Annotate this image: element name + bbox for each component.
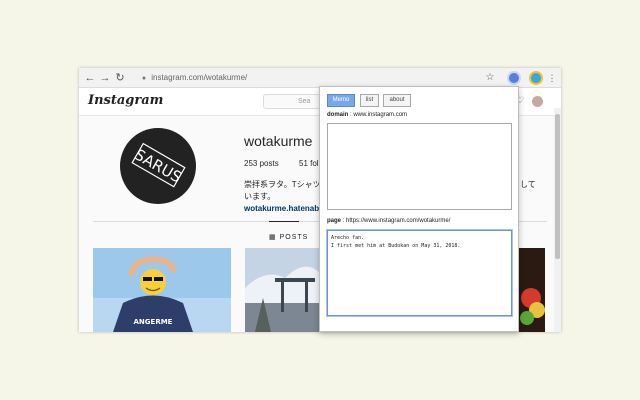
scrollbar-thumb[interactable] [555, 114, 560, 259]
tab-memo[interactable]: Memo [327, 94, 355, 107]
page-memo-textarea[interactable]: Arecho fan. I first met him at Budokan o… [327, 230, 512, 316]
reload-icon[interactable]: ↻ [113, 70, 127, 86]
posts-tab-indicator [269, 221, 299, 222]
grid-icon: ▦ [269, 234, 277, 241]
page-scrollbar[interactable] [554, 108, 561, 332]
tab-posts[interactable]: ▦ POSTS [269, 233, 308, 241]
tab-about[interactable]: about [383, 94, 411, 107]
search-placeholder: Sea [298, 98, 311, 105]
lock-icon: ● [141, 75, 147, 82]
domain-label-row: domain : www.instagram.com [327, 112, 407, 118]
memo-extension-popup: Memo list about domain : www.instagram.c… [319, 86, 519, 332]
post-photo-food [519, 248, 545, 332]
memo-extension-icon[interactable] [507, 71, 521, 85]
page-value: : https://www.instagram.com/wotakurme/ [342, 218, 451, 224]
page-label-row: page : https://www.instagram.com/wotakur… [327, 218, 450, 224]
instagram-logo[interactable]: Instagram [88, 93, 163, 108]
tab-list[interactable]: list [360, 94, 379, 107]
menu-dots-icon[interactable]: ⋮ [545, 70, 559, 86]
followers-count[interactable]: 51 foll [299, 159, 320, 168]
address-bar[interactable]: ● instagram.com/wotakurme/ [139, 71, 499, 85]
sarus-logo-icon: SARUS [131, 142, 186, 188]
post-photo-shrine [245, 248, 320, 332]
star-icon[interactable]: ☆ [483, 70, 497, 86]
back-arrow-icon[interactable]: ← [83, 70, 97, 86]
posts-count: 253 posts [244, 159, 279, 168]
post-photo-person: ANGERME [93, 248, 231, 332]
post-thumbnail[interactable] [245, 248, 320, 332]
browser-toolbar: ← → ↻ ● instagram.com/wotakurme/ ☆ ⋮ [79, 68, 561, 88]
bio-line1-tail: して [520, 180, 536, 189]
domain-value: : www.instagram.com [350, 112, 408, 118]
avatar[interactable] [532, 96, 543, 107]
profile-username: wotakurme [244, 133, 313, 149]
domain-label: domain [327, 112, 349, 118]
page-memo-text: Arecho fan. I first met him at Budokan o… [331, 235, 461, 249]
post-thumbnail[interactable]: ANGERME [93, 248, 231, 332]
post-thumbnail[interactable] [519, 248, 545, 332]
bio-link[interactable]: wotakurme.hatenabl [244, 204, 321, 213]
domain-memo-textarea[interactable] [327, 123, 512, 210]
bio-line1: 崇拝系ヲタ。Tシャツ [244, 180, 321, 189]
posts-tab-label: POSTS [279, 234, 309, 241]
shirt-text: ANGERME [134, 318, 173, 326]
page-label: page [327, 218, 342, 224]
forward-arrow-icon[interactable]: → [98, 70, 112, 86]
profile-picture[interactable]: SARUS [120, 128, 196, 204]
bio-line2: います。 [244, 192, 276, 201]
profile-extension-icon[interactable] [529, 71, 543, 85]
address-bar-url: instagram.com/wotakurme/ [151, 73, 248, 82]
